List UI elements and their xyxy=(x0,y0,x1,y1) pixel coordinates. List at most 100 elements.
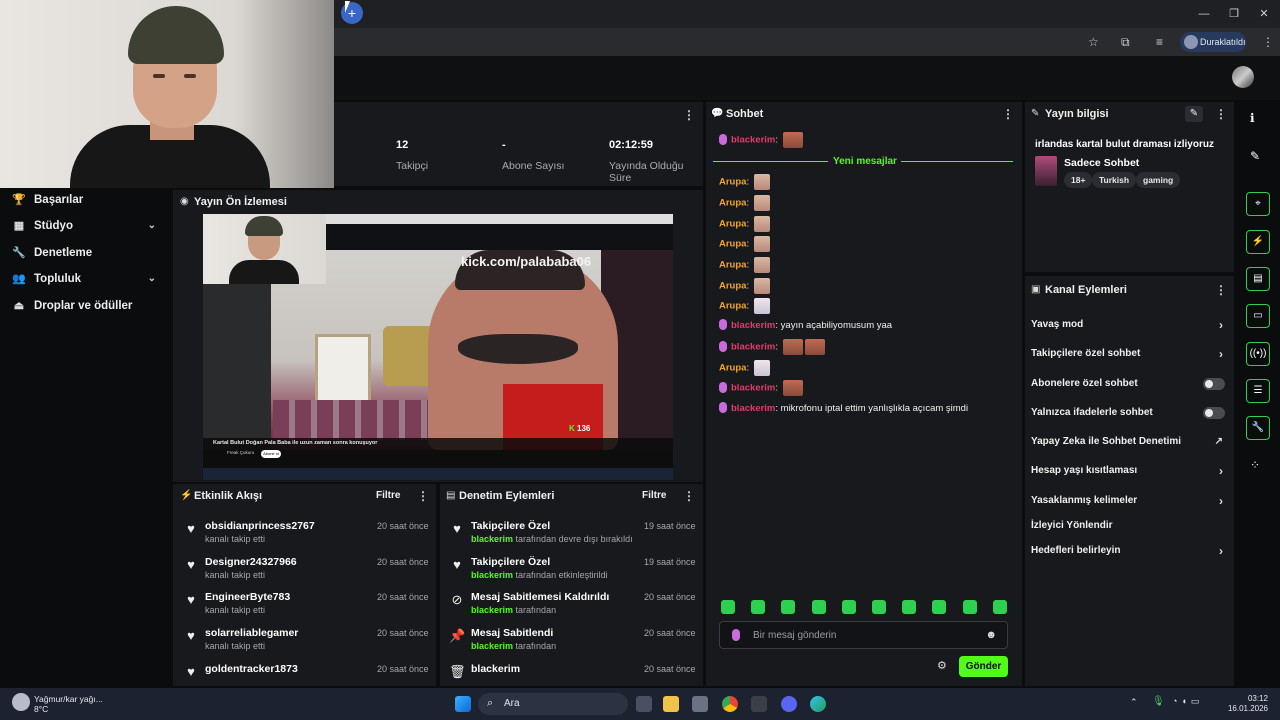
chevron-up-icon[interactable]: ⌃ xyxy=(1130,697,1138,708)
chat-username[interactable]: Arupa xyxy=(719,281,746,292)
channel-action-row[interactable]: Yapay Zeka ile Sohbet Denetimi ↗ xyxy=(1031,434,1227,450)
sidebar-item-drops[interactable]: ⏏ Droplar ve ödüller xyxy=(12,296,162,316)
chat-message[interactable]: Arupa: xyxy=(719,360,770,376)
edge-icon[interactable] xyxy=(810,696,826,712)
chat-settings-icon[interactable]: ⚙ xyxy=(937,659,947,672)
emote-button[interactable] xyxy=(992,600,1007,614)
emote-button[interactable] xyxy=(811,600,826,614)
discord-icon[interactable] xyxy=(781,696,797,712)
stream-preview-video[interactable]: kick.com/palababa06 K 136 Kartal Bulut D… xyxy=(203,214,673,480)
broadcast-icon[interactable]: ((•)) xyxy=(1246,342,1270,366)
profile-button[interactable]: Duraklatıldı xyxy=(1180,32,1246,52)
chat-rail-icon[interactable]: ▭ xyxy=(1246,304,1270,328)
stats-menu-icon[interactable]: ⋮ xyxy=(683,108,695,122)
doc-icon[interactable]: ▤ xyxy=(1246,267,1270,291)
channel-actions-menu-icon[interactable]: ⋮ xyxy=(1215,283,1227,297)
send-button[interactable]: Gönder xyxy=(959,656,1008,677)
chat-message[interactable]: blackerim: xyxy=(719,339,825,355)
layout-icon[interactable]: ☰ xyxy=(1246,379,1270,403)
moderator-username[interactable]: blackerim xyxy=(471,534,513,544)
sidebar-item-achievements[interactable]: 🏆 Başarılar xyxy=(12,190,162,210)
chat-message[interactable]: Arupa: xyxy=(719,298,770,314)
channel-action-row[interactable]: Hedefleri belirleyin › xyxy=(1031,543,1227,559)
emote-button[interactable] xyxy=(751,600,766,614)
task-view-icon[interactable] xyxy=(636,696,652,712)
bookmark-star-icon[interactable]: ☆ xyxy=(1088,35,1099,49)
chat-username[interactable]: Arupa xyxy=(719,363,746,374)
chat-message[interactable]: blackerim: mikrofonu iptal ettim yanlışl… xyxy=(719,401,968,417)
mic-tray-icon[interactable]: 🎙 xyxy=(1152,696,1165,707)
chrome-icon[interactable] xyxy=(722,696,738,712)
minimize-icon[interactable]: — xyxy=(1196,6,1212,22)
edit-stream-button[interactable]: ✎ xyxy=(1185,106,1203,122)
chat-username[interactable]: Arupa xyxy=(719,260,746,271)
chat-input[interactable]: Bir mesaj gönderin ☻ xyxy=(719,621,1008,649)
chat-username[interactable]: blackerim xyxy=(731,135,775,146)
close-icon[interactable]: ✕ xyxy=(1256,6,1272,22)
moderator-username[interactable]: blackerim xyxy=(471,570,513,580)
pencil-icon[interactable]: ✎ xyxy=(1250,149,1260,163)
channel-action-row[interactable]: Yavaş mod › xyxy=(1031,317,1227,333)
chat-message[interactable]: Arupa: xyxy=(719,236,770,252)
capture-icon[interactable]: ⌖ xyxy=(1246,192,1270,216)
emote-button[interactable] xyxy=(781,600,796,614)
channel-action-row[interactable]: İzleyici Yönlendir xyxy=(1031,518,1227,534)
chat-username[interactable]: blackerim xyxy=(731,342,775,353)
moderation-filter-button[interactable]: Filtre xyxy=(642,490,666,501)
maximize-icon[interactable]: ❐ xyxy=(1226,6,1242,22)
moderation-menu-icon[interactable]: ⋮ xyxy=(683,489,695,503)
app-icon[interactable] xyxy=(751,696,767,712)
sidebar-item-studio[interactable]: ▦ Stüdyo ⌄ xyxy=(12,216,162,236)
sidebar-item-moderation[interactable]: 🔧 Denetleme xyxy=(12,243,162,263)
chat-message[interactable]: Arupa: xyxy=(719,257,770,273)
user-avatar[interactable] xyxy=(1232,66,1254,88)
toggle-switch[interactable] xyxy=(1203,407,1225,419)
chat-username[interactable]: Arupa xyxy=(719,219,746,230)
activity-menu-icon[interactable]: ⋮ xyxy=(417,489,429,503)
moderator-username[interactable]: blackerim xyxy=(471,641,513,651)
chat-message[interactable]: blackerim: xyxy=(719,132,803,148)
emote-button[interactable] xyxy=(932,600,947,614)
chat-username[interactable]: Arupa xyxy=(719,301,746,312)
chat-username[interactable]: blackerim xyxy=(731,320,775,331)
bolt-icon[interactable]: ⚡ xyxy=(1246,230,1270,254)
stream-info-menu-icon[interactable]: ⋮ xyxy=(1215,107,1227,121)
windows-start-icon[interactable] xyxy=(455,696,471,712)
extensions-icon[interactable]: ⧉ xyxy=(1121,35,1130,50)
browser-menu-icon[interactable]: ⋮ xyxy=(1262,35,1274,49)
chat-username[interactable]: Arupa xyxy=(719,177,746,188)
clock[interactable]: 03:12 16.01.2026 xyxy=(1222,694,1268,714)
chat-message[interactable]: Arupa: xyxy=(719,216,770,232)
sidebar-item-community[interactable]: 👥 Topluluk ⌄ xyxy=(12,269,162,289)
emote-button[interactable] xyxy=(962,600,977,614)
emote-button[interactable] xyxy=(902,600,917,614)
chat-message[interactable]: blackerim: xyxy=(719,380,803,396)
emote-button[interactable] xyxy=(872,600,886,614)
channel-action-row[interactable]: Abonelere özel sohbet xyxy=(1031,376,1227,392)
weather-widget[interactable]: Yağmur/kar yağı... 8°C xyxy=(34,694,103,714)
toggle-switch[interactable] xyxy=(1203,378,1225,390)
media-icon[interactable]: ≡ xyxy=(1156,35,1163,49)
moderator-username[interactable]: blackerim xyxy=(471,605,513,615)
chat-username[interactable]: blackerim xyxy=(731,403,775,414)
chat-message[interactable]: blackerim: yayın açabiliyomusum yaa xyxy=(719,318,892,334)
channel-action-row[interactable]: Yasaklanmış kelimeler › xyxy=(1031,493,1227,509)
emoji-icon[interactable]: ☻ xyxy=(985,629,997,641)
weather-icon[interactable] xyxy=(12,693,30,711)
settings-icon[interactable] xyxy=(692,696,708,712)
network-icon[interactable]: ◔◖▭ xyxy=(1172,696,1203,707)
channel-action-row[interactable]: Takipçilere özel sohbet › xyxy=(1031,346,1227,362)
taskbar-search[interactable]: ⌕ Ara xyxy=(478,693,628,715)
chat-menu-icon[interactable]: ⋮ xyxy=(1002,107,1014,121)
file-explorer-icon[interactable] xyxy=(663,696,679,712)
chat-message[interactable]: Arupa: xyxy=(719,195,770,211)
chat-username[interactable]: blackerim xyxy=(731,383,775,394)
info-icon[interactable]: ℹ xyxy=(1250,111,1255,125)
channel-action-row[interactable]: Yalnızca ifadelerle sohbet xyxy=(1031,405,1227,421)
wrench-rail-icon[interactable]: 🔧 xyxy=(1246,416,1270,440)
emote-button[interactable] xyxy=(841,600,856,614)
chat-message[interactable]: Arupa: xyxy=(719,278,770,294)
chat-username[interactable]: Arupa xyxy=(719,198,746,209)
channel-action-row[interactable]: Hesap yaşı kısıtlaması › xyxy=(1031,463,1227,479)
chat-message[interactable]: Arupa: xyxy=(719,174,770,190)
